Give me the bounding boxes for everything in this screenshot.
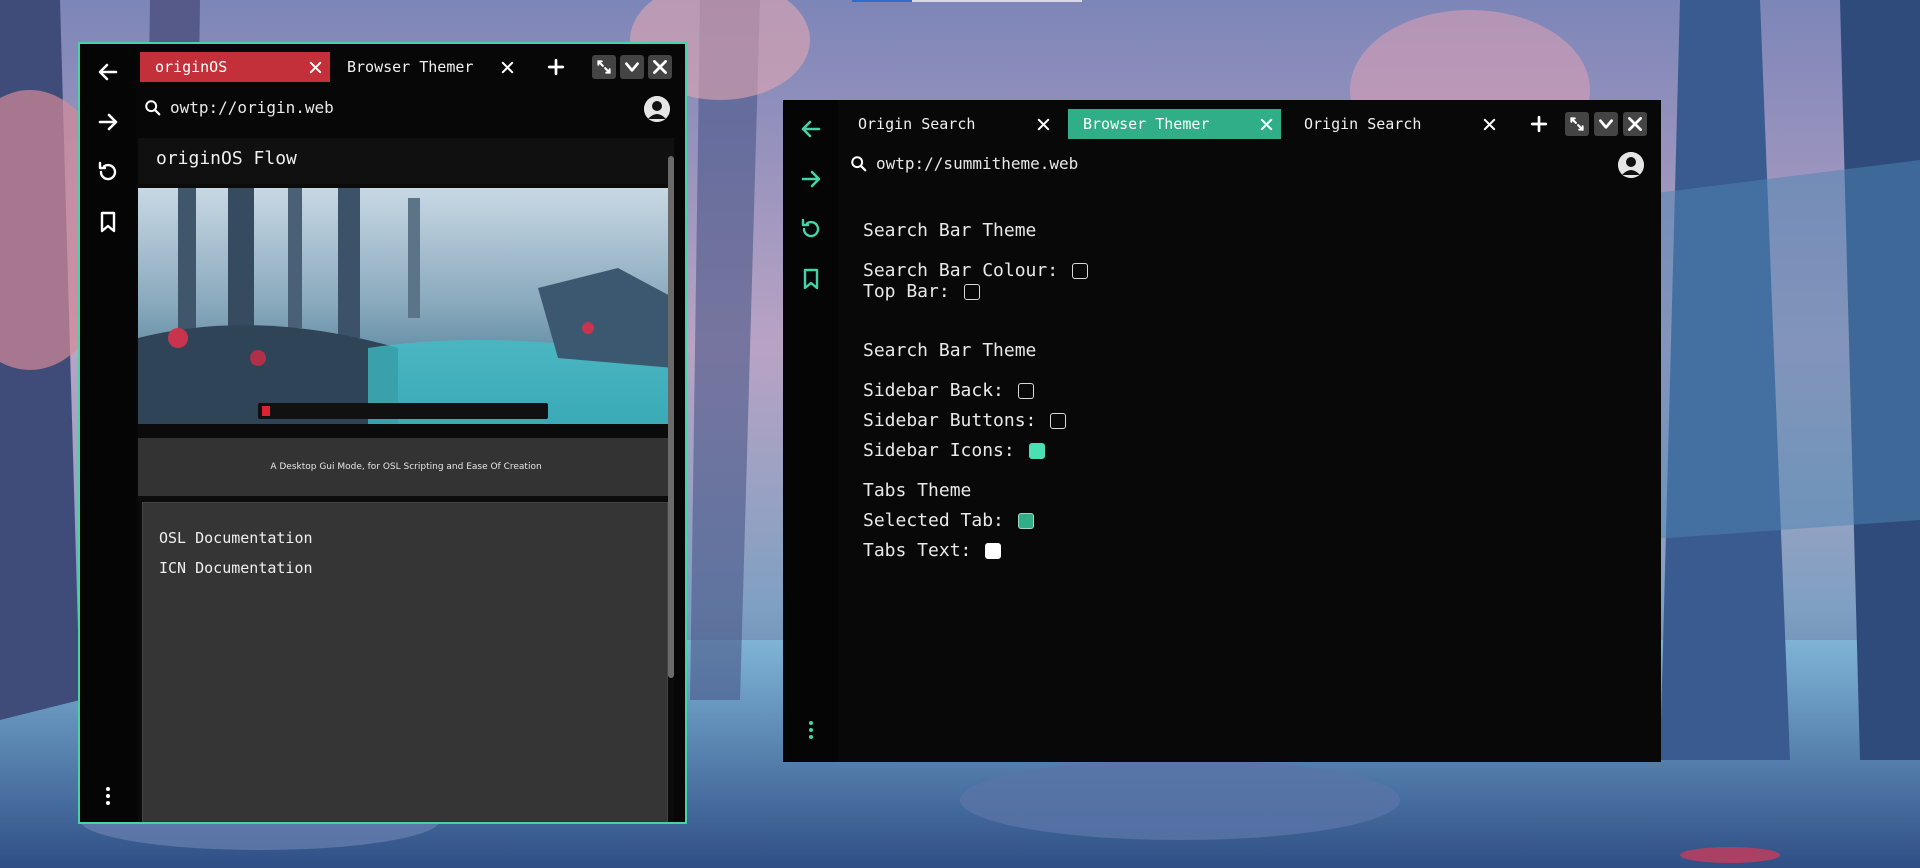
section-heading: Tabs Theme bbox=[863, 480, 972, 501]
search-icon bbox=[851, 155, 867, 171]
maximize-icon[interactable] bbox=[1565, 112, 1589, 136]
setting-label: Search Bar Colour: bbox=[863, 260, 1059, 281]
minimize-chevron-icon[interactable] bbox=[620, 55, 644, 79]
osl-documentation-link[interactable]: OSL Documentation bbox=[159, 529, 313, 547]
sidebar bbox=[80, 44, 136, 822]
maximize-icon[interactable] bbox=[592, 55, 616, 79]
setting-label: Sidebar Buttons: bbox=[863, 410, 1037, 431]
sidebar bbox=[783, 100, 838, 762]
color-swatch[interactable] bbox=[1017, 512, 1034, 529]
web-page: originOS Flow A Desktop Gui Mode, for OS… bbox=[138, 138, 674, 822]
close-tab-icon[interactable] bbox=[498, 58, 516, 76]
close-tab-icon[interactable] bbox=[1034, 115, 1052, 133]
address-bar[interactable]: owtp://origin.web bbox=[144, 98, 334, 117]
setting-row: Search Bar Colour: bbox=[863, 260, 1089, 281]
setting-row: Top Bar: bbox=[863, 281, 980, 302]
forward-arrow-icon[interactable] bbox=[796, 164, 826, 194]
tab-label: Browser Themer bbox=[1083, 115, 1210, 133]
section-heading: Search Bar Theme bbox=[863, 340, 1037, 361]
color-swatch[interactable] bbox=[1050, 412, 1067, 429]
forward-arrow-icon[interactable] bbox=[93, 107, 123, 137]
close-tab-icon[interactable] bbox=[306, 58, 324, 76]
icn-documentation-link[interactable]: ICN Documentation bbox=[159, 559, 313, 577]
section-heading: Search Bar Theme bbox=[863, 220, 1037, 241]
tab-browser-themer[interactable]: Browser Themer bbox=[332, 52, 522, 82]
hero-screenshot-image bbox=[138, 188, 674, 424]
more-vertical-icon[interactable] bbox=[796, 715, 826, 745]
avatar[interactable] bbox=[1618, 152, 1644, 178]
color-swatch[interactable] bbox=[1072, 262, 1089, 279]
setting-label: Top Bar: bbox=[863, 281, 950, 302]
more-vertical-icon[interactable] bbox=[93, 781, 123, 811]
close-tab-icon[interactable] bbox=[1480, 115, 1498, 133]
scrollbar[interactable] bbox=[668, 156, 674, 678]
color-swatch[interactable] bbox=[1017, 382, 1034, 399]
refresh-icon[interactable] bbox=[93, 157, 123, 187]
setting-label: Sidebar Back: bbox=[863, 380, 1004, 401]
bookmark-icon[interactable] bbox=[93, 207, 123, 237]
page-tagline: A Desktop Gui Mode, for OSL Scripting an… bbox=[138, 438, 674, 496]
back-arrow-icon[interactable] bbox=[796, 114, 826, 144]
back-arrow-icon[interactable] bbox=[93, 57, 123, 87]
tab-browser-themer[interactable]: Browser Themer bbox=[1068, 109, 1281, 139]
color-swatch[interactable] bbox=[1028, 442, 1045, 459]
close-window-icon[interactable] bbox=[1623, 112, 1647, 136]
tab-label: Origin Search bbox=[858, 115, 976, 133]
search-icon bbox=[145, 99, 161, 115]
address-text: owtp://summitheme.web bbox=[876, 154, 1079, 173]
new-tab-plus-icon[interactable] bbox=[1527, 112, 1551, 136]
tab-originos[interactable]: originOS bbox=[140, 52, 330, 82]
setting-row: Sidebar Icons: bbox=[863, 440, 1045, 461]
bookmark-icon[interactable] bbox=[796, 264, 826, 294]
color-swatch[interactable] bbox=[963, 283, 980, 300]
tab-label: originOS bbox=[155, 58, 228, 76]
close-window-icon[interactable] bbox=[648, 55, 672, 79]
browser-window-themer: Origin Search Browser Themer Origin Sear… bbox=[783, 100, 1661, 762]
avatar[interactable] bbox=[644, 96, 670, 122]
page-title: originOS Flow bbox=[138, 138, 674, 184]
browser-window-origin: originOS Browser Themer owtp://origin.we… bbox=[78, 42, 687, 824]
setting-row: Selected Tab: bbox=[863, 510, 1034, 531]
setting-row: Sidebar Buttons: bbox=[863, 410, 1067, 431]
minimize-chevron-icon[interactable] bbox=[1594, 112, 1618, 136]
setting-label: Tabs Text: bbox=[863, 540, 972, 561]
tab-label: Browser Themer bbox=[347, 58, 474, 76]
address-text: owtp://origin.web bbox=[170, 98, 334, 117]
color-swatch[interactable] bbox=[985, 542, 1002, 559]
close-tab-icon[interactable] bbox=[1257, 115, 1275, 133]
tab-origin-search[interactable]: Origin Search bbox=[1289, 109, 1504, 139]
tab-origin-search[interactable]: Origin Search bbox=[843, 109, 1058, 139]
setting-row: Sidebar Back: bbox=[863, 380, 1034, 401]
tab-label: Origin Search bbox=[1304, 115, 1422, 133]
setting-label: Selected Tab: bbox=[863, 510, 1004, 531]
new-tab-plus-icon[interactable] bbox=[544, 55, 568, 79]
refresh-icon[interactable] bbox=[796, 214, 826, 244]
documentation-panel: OSL Documentation ICN Documentation bbox=[142, 502, 668, 822]
setting-label: Sidebar Icons: bbox=[863, 440, 1015, 461]
setting-row: Tabs Text: bbox=[863, 540, 1002, 561]
address-bar[interactable]: owtp://summitheme.web bbox=[850, 154, 1078, 173]
